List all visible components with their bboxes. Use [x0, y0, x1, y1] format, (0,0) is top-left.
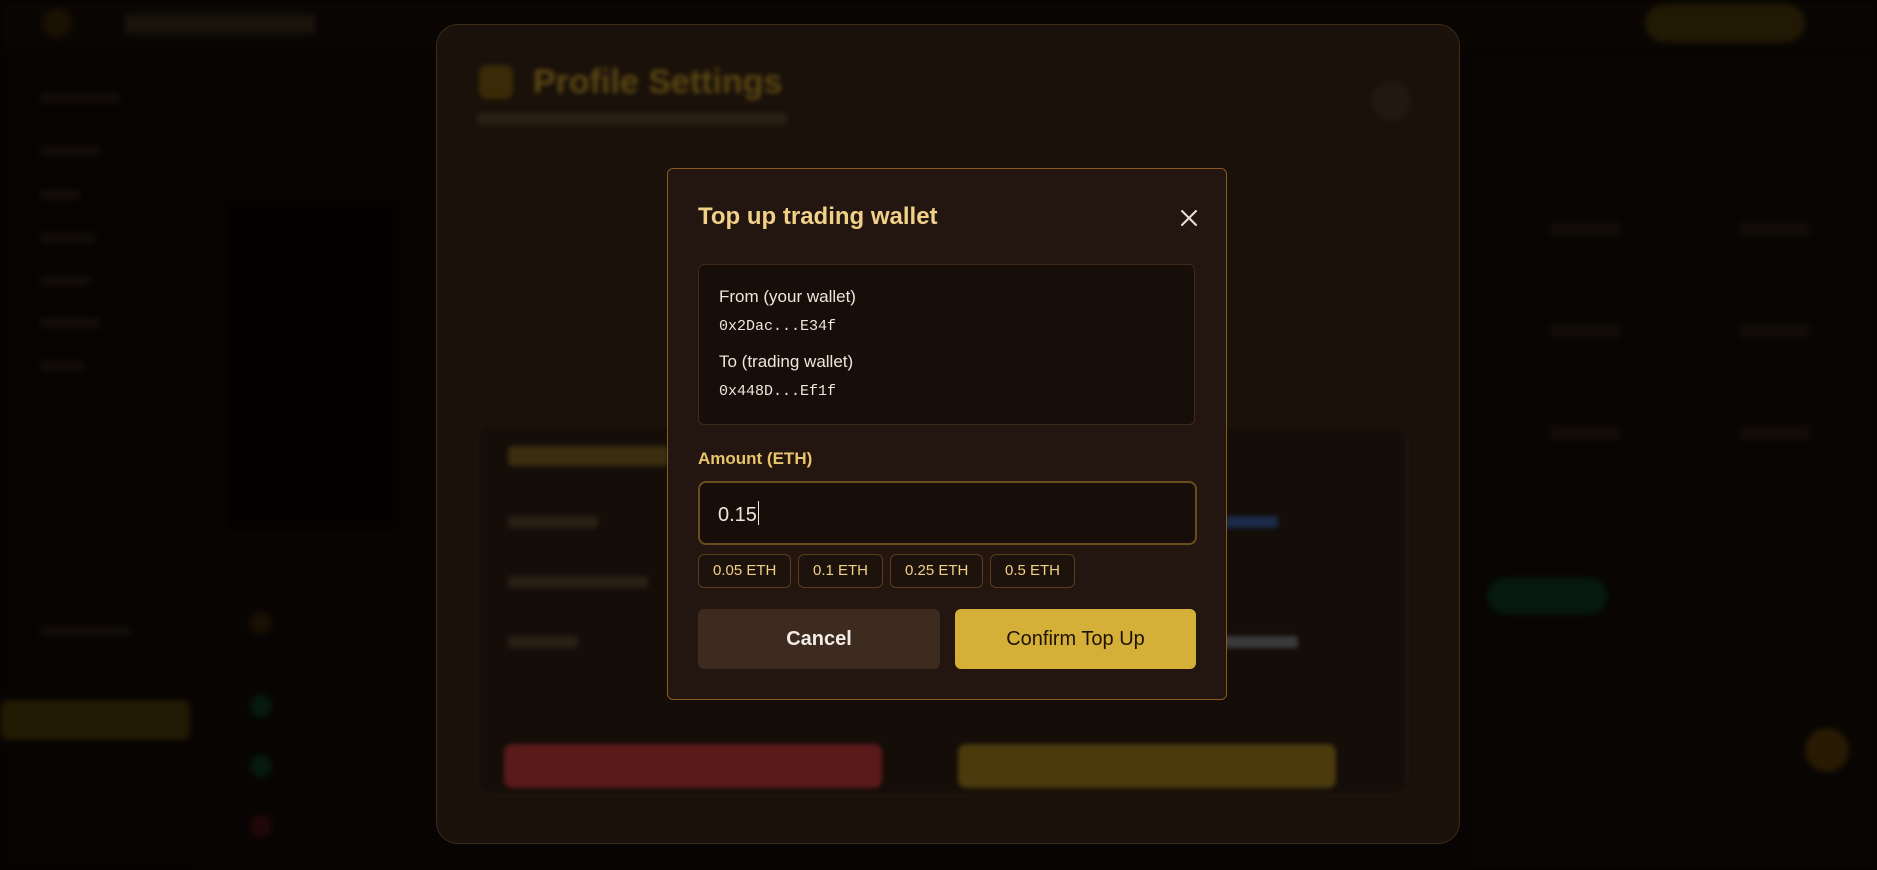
withdraw-button: [504, 744, 882, 788]
profile-settings-icon: [479, 65, 513, 99]
amount-label: Amount (ETH): [698, 449, 813, 468]
confirm-top-up-button[interactable]: Confirm Top Up: [955, 609, 1196, 669]
wallet-section-line: [508, 516, 598, 528]
wallet-section-badge: [1218, 516, 1278, 528]
to-address: 0x448D...Ef1f: [719, 383, 837, 400]
close-button[interactable]: [1176, 205, 1202, 231]
preset-0-1-eth[interactable]: 0.1 ETH: [798, 554, 884, 588]
profile-settings-subtitle: [477, 113, 787, 125]
amount-input[interactable]: 0.15: [698, 481, 1197, 545]
preset-0-25-eth[interactable]: 0.25 ETH: [890, 554, 984, 588]
wallet-section-title: [508, 446, 668, 466]
close-icon: [1181, 210, 1197, 226]
to-label: To (trading wallet): [719, 352, 854, 371]
profile-settings-title: Profile Settings: [533, 63, 783, 101]
cancel-button[interactable]: Cancel: [698, 609, 940, 669]
from-address: 0x2Dac...E34f: [719, 318, 837, 335]
profile-close-icon: [1371, 81, 1411, 121]
from-label: From (your wallet): [719, 287, 856, 306]
wallet-section-line: [508, 636, 578, 648]
top-up-button: [958, 744, 1336, 788]
top-up-modal: Top up trading wallet From (your wallet)…: [667, 168, 1227, 700]
amount-value: 0.15: [718, 501, 759, 527]
preset-0-5-eth[interactable]: 0.5 ETH: [990, 554, 1076, 588]
preset-0-05-eth[interactable]: 0.05 ETH: [698, 554, 792, 588]
address-summary: From (your wallet) 0x2Dac...E34f To (tra…: [698, 264, 1195, 425]
modal-title: Top up trading wallet: [698, 203, 938, 230]
wallet-section-line: [508, 576, 648, 588]
